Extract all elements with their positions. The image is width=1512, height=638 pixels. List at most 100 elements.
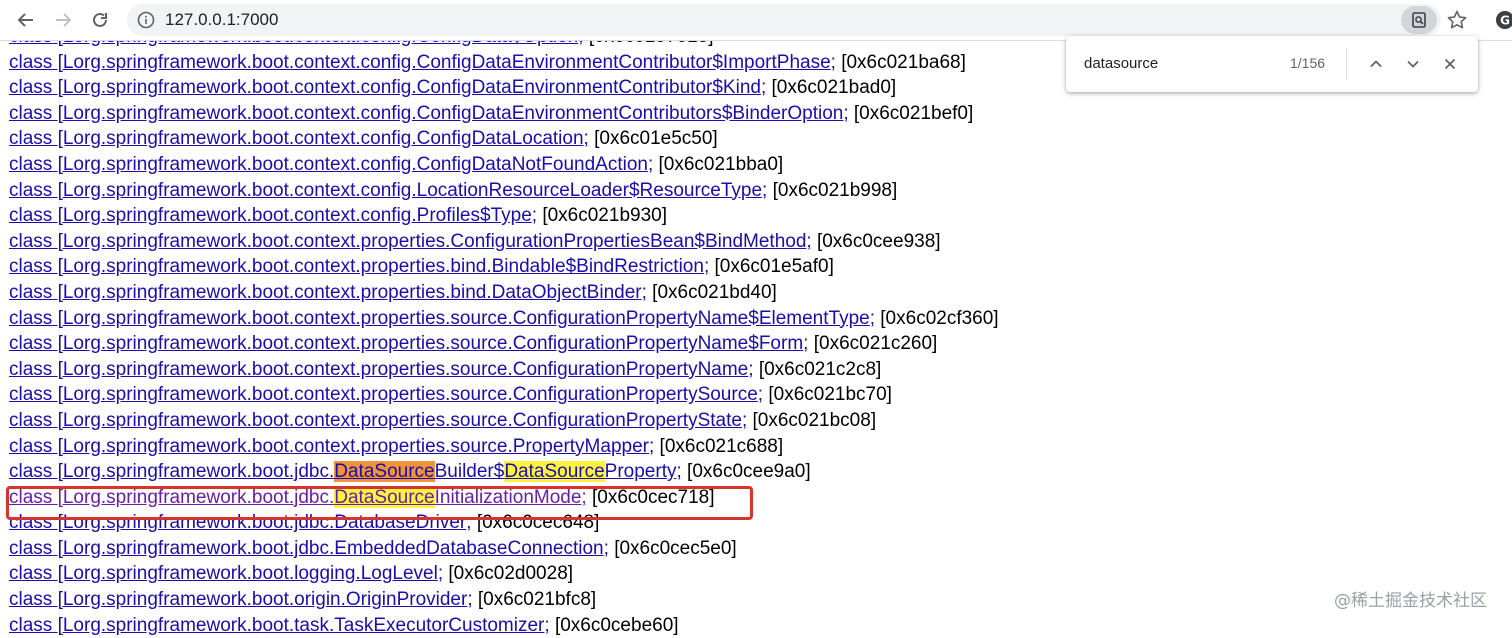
previous-match-button[interactable]: [1364, 52, 1388, 76]
list-item: class [Lorg.springframework.boot.context…: [9, 152, 1509, 178]
class-link[interactable]: class [Lorg.springframework.boot.context…: [9, 410, 747, 431]
class-path: [Lorg.springframework.boot.context.confi…: [57, 205, 532, 227]
class-keyword: class: [9, 614, 53, 636]
class-link[interactable]: class [Lorg.springframework.boot.jdbc.Da…: [9, 512, 472, 533]
close-find-button[interactable]: [1438, 52, 1462, 76]
find-input[interactable]: [1084, 52, 1284, 74]
class-keyword: class: [9, 358, 53, 380]
class-link[interactable]: class [Lorg.springframework.boot.jdbc.Da…: [9, 461, 682, 483]
memory-address: [0x6c021bc08]: [752, 409, 877, 431]
back-button[interactable]: [12, 6, 40, 34]
memory-address: [0x6c0cebe60]: [554, 614, 679, 636]
chevron-up-icon: [1370, 60, 1382, 68]
memory-address: [0x6c021c260]: [813, 333, 938, 355]
class-link[interactable]: class [Lorg.springframework.boot.context…: [9, 128, 589, 149]
list-item: class [Lorg.springframework.boot.logging…: [9, 561, 1509, 587]
info-icon[interactable]: [137, 11, 155, 34]
class-link[interactable]: class [Lorg.springframework.boot.context…: [9, 52, 836, 73]
class-keyword: class: [9, 435, 53, 457]
list-item: class [Lorg.springframework.boot.context…: [9, 101, 1509, 127]
class-link[interactable]: class [Lorg.springframework.boot.context…: [9, 180, 767, 201]
url-text[interactable]: 127.0.0.1:7000: [165, 10, 278, 30]
class-path: [Lorg.springframework.boot.context.prope…: [57, 307, 870, 329]
list-item: class [Lorg.springframework.boot.jdbc.Da…: [9, 459, 1509, 485]
class-link[interactable]: class [Lorg.springframework.boot.task.Ta…: [9, 615, 550, 636]
class-link[interactable]: class [Lorg.springframework.boot.context…: [9, 436, 654, 457]
class-path: [Lorg.springframework.boot.context.prope…: [57, 230, 807, 252]
close-icon: [1444, 58, 1456, 70]
address-bar[interactable]: 127.0.0.1:7000: [127, 4, 1441, 36]
class-path-suffix: ;: [603, 537, 609, 559]
class-keyword: class: [9, 563, 53, 585]
memory-address: [0x6c021c2c8]: [758, 358, 882, 380]
class-link[interactable]: class [Lorg.springframework.boot.context…: [9, 77, 766, 98]
class-keyword: class: [9, 128, 53, 150]
class-path: [Lorg.springframework.boot.jdbc.: [57, 486, 335, 508]
class-link[interactable]: class [Lorg.springframework.boot.jdbc.Em…: [9, 538, 609, 559]
class-path-suffix: Property;: [604, 461, 682, 483]
list-item: class [Lorg.springframework.boot.origin.…: [9, 587, 1509, 613]
class-list: class [Lorg.springframework.boot.context…: [9, 24, 1509, 638]
class-link[interactable]: class [Lorg.springframework.boot.context…: [9, 205, 537, 226]
class-link[interactable]: class [Lorg.springframework.boot.context…: [9, 231, 812, 252]
class-link[interactable]: class [Lorg.springframework.boot.origin.…: [9, 589, 473, 610]
bookmark-star-icon[interactable]: [1446, 9, 1468, 36]
class-path-suffix: ;: [762, 179, 768, 201]
class-path: [Lorg.springframework.boot.task.TaskExec…: [57, 614, 545, 636]
memory-address: [0x6c021bd40]: [652, 281, 777, 303]
list-item: class [Lorg.springframework.boot.task.Ta…: [9, 613, 1509, 638]
class-path: [Lorg.springframework.boot.context.prope…: [57, 384, 758, 406]
class-path-suffix: ;: [647, 153, 654, 175]
extension-icon[interactable]: G: [1494, 9, 1512, 36]
class-keyword: class: [9, 256, 53, 278]
memory-address: [0x6c021ba68]: [841, 51, 966, 73]
class-keyword: class: [9, 102, 53, 124]
class-path: [Lorg.springframework.boot.context.prope…: [57, 435, 649, 457]
list-item: class [Lorg.springframework.boot.context…: [9, 126, 1509, 152]
class-path-suffix: ;: [531, 205, 538, 227]
class-keyword: class: [9, 512, 53, 534]
find-match-count: 1/156: [1290, 55, 1326, 71]
forward-button[interactable]: [49, 6, 77, 34]
class-link[interactable]: class [Lorg.springframework.boot.logging…: [9, 563, 443, 584]
class-link[interactable]: class [Lorg.springframework.boot.context…: [9, 384, 763, 405]
class-path-suffix: ;: [760, 77, 767, 99]
list-item: class [Lorg.springframework.boot.context…: [9, 178, 1509, 204]
class-keyword: class: [9, 409, 53, 431]
memory-address: [0x6c021b998]: [772, 179, 898, 201]
class-path: [Lorg.springframework.boot.context.prope…: [57, 409, 742, 431]
svg-text:G: G: [1500, 14, 1510, 28]
list-item: class [Lorg.springframework.boot.context…: [9, 357, 1509, 383]
memory-address: [0x6c01e5af0]: [714, 256, 834, 278]
class-link[interactable]: class [Lorg.springframework.boot.context…: [9, 256, 709, 277]
class-keyword: class: [9, 537, 53, 559]
class-path: [Lorg.springframework.boot.jdbc.Database…: [57, 512, 467, 534]
memory-address: [0x6c021bef0]: [853, 102, 974, 124]
class-path: [Lorg.springframework.boot.origin.Origin…: [57, 589, 468, 611]
class-keyword: class: [9, 153, 53, 175]
reload-button[interactable]: [86, 6, 114, 34]
class-keyword: class: [9, 179, 53, 201]
class-link[interactable]: class [Lorg.springframework.boot.context…: [9, 282, 647, 303]
class-path-suffix: InitializationMode;: [434, 486, 587, 508]
class-keyword: class: [9, 230, 53, 252]
class-keyword: class: [9, 589, 53, 611]
class-path: [Lorg.springframework.boot.jdbc.Embedded…: [57, 537, 604, 559]
class-link[interactable]: class [Lorg.springframework.boot.context…: [9, 154, 653, 175]
class-link[interactable]: class [Lorg.springframework.boot.jdbc.Da…: [9, 486, 587, 508]
list-item: class [Lorg.springframework.boot.context…: [9, 203, 1509, 229]
class-keyword: class: [9, 51, 53, 73]
find-divider: [1346, 48, 1347, 80]
next-match-button[interactable]: [1401, 52, 1425, 76]
class-link[interactable]: class [Lorg.springframework.boot.context…: [9, 333, 808, 354]
class-path-suffix: ;: [583, 128, 589, 150]
find-in-page-icon[interactable]: [1401, 6, 1437, 34]
class-link[interactable]: class [Lorg.springframework.boot.context…: [9, 103, 849, 124]
class-link[interactable]: class [Lorg.springframework.boot.context…: [9, 359, 754, 380]
memory-address: [0x6c0cec718]: [591, 486, 715, 508]
list-item: class [Lorg.springframework.boot.context…: [9, 229, 1509, 255]
arrow-left-icon: [17, 13, 33, 27]
class-link[interactable]: class [Lorg.springframework.boot.context…: [9, 308, 875, 329]
class-path: [Lorg.springframework.boot.context.confi…: [57, 77, 761, 99]
arrow-right-icon: [56, 13, 72, 27]
